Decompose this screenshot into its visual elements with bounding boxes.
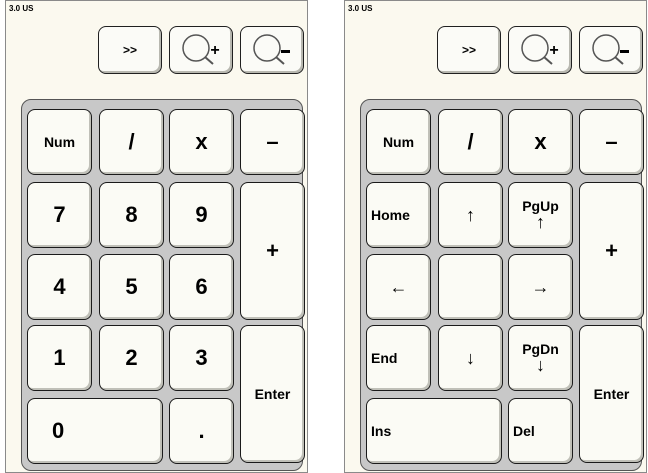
zoom-in-button[interactable]: + [169, 26, 233, 74]
page-down-label: PgDn [522, 341, 559, 357]
num-lock-key[interactable]: Num [27, 109, 92, 175]
version-label: 3.0 US [9, 4, 34, 13]
key-7[interactable]: 7 [27, 182, 92, 248]
up-arrow-key[interactable]: ↑ [438, 182, 503, 248]
multiply-key[interactable]: x [169, 109, 234, 175]
key-3[interactable]: 3 [169, 325, 234, 391]
svg-text:+: + [210, 42, 219, 59]
enter-key[interactable]: Enter [240, 325, 305, 463]
center-key[interactable] [438, 254, 503, 320]
divide-key[interactable]: / [99, 109, 164, 175]
decimal-key[interactable]: . [169, 398, 234, 464]
zoom-out-icon [592, 34, 629, 65]
svg-text:+: + [549, 42, 558, 59]
multiply-key[interactable]: x [508, 109, 573, 175]
key-6[interactable]: 6 [169, 254, 234, 320]
key-0[interactable]: 0 [27, 398, 163, 464]
minus-key[interactable]: – [240, 109, 305, 175]
down-arrow-key[interactable]: ↓ [438, 325, 503, 391]
key-2[interactable]: 2 [99, 325, 164, 391]
page-up-key[interactable]: PgUp ↑ [508, 182, 573, 248]
zoom-out-button[interactable] [579, 26, 643, 74]
numeric-keypad: Num / x – 7 8 9 + 4 5 6 1 2 3 Enter 0 . [21, 99, 305, 471]
num-lock-key[interactable]: Num [366, 109, 431, 175]
plus-key[interactable]: + [240, 182, 305, 320]
insert-key[interactable]: Ins [366, 398, 502, 464]
plus-key[interactable]: + [579, 182, 644, 320]
page-up-label: PgUp [522, 198, 559, 214]
key-1[interactable]: 1 [27, 325, 92, 391]
key-9[interactable]: 9 [169, 182, 234, 248]
delete-key[interactable]: Del [508, 398, 573, 464]
zoom-in-button[interactable]: + [508, 26, 572, 74]
up-arrow-icon: ↑ [536, 212, 545, 232]
keypad-panel-numeric: 3.0 US >> + Num / x – 7 8 9 + 4 5 6 1 2 … [5, 0, 308, 473]
keypad-panel-navigation: 3.0 US >> + Num / x – Home ↑ PgUp ↑ + ← … [344, 0, 647, 473]
zoom-in-icon: + [182, 34, 220, 65]
navigation-keypad: Num / x – Home ↑ PgUp ↑ + ← → End ↓ PgDn… [360, 99, 644, 471]
right-arrow-key[interactable]: → [508, 254, 573, 320]
zoom-out-icon [253, 34, 290, 65]
home-key[interactable]: Home [366, 182, 431, 248]
forward-button[interactable]: >> [437, 26, 501, 74]
key-4[interactable]: 4 [27, 254, 92, 320]
divide-key[interactable]: / [438, 109, 503, 175]
key-8[interactable]: 8 [99, 182, 164, 248]
version-label: 3.0 US [348, 4, 373, 13]
minus-key[interactable]: – [579, 109, 644, 175]
forward-button[interactable]: >> [98, 26, 162, 74]
key-5[interactable]: 5 [99, 254, 164, 320]
zoom-out-button[interactable] [240, 26, 304, 74]
left-arrow-key[interactable]: ← [366, 254, 431, 320]
end-key[interactable]: End [366, 325, 431, 391]
down-arrow-icon: ↓ [536, 355, 545, 375]
enter-key[interactable]: Enter [579, 325, 644, 463]
page-down-key[interactable]: PgDn ↓ [508, 325, 573, 391]
zoom-in-icon: + [521, 34, 559, 65]
